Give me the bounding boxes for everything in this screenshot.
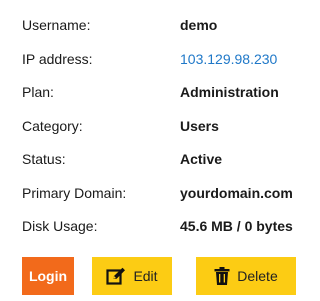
trash-icon (214, 267, 230, 285)
disk-usage-value: 45.6 MB / 0 bytes (180, 218, 293, 234)
plan-label: Plan: (22, 84, 54, 100)
login-button-label: Login (28, 268, 68, 284)
detail-row-category: Category: Users (22, 110, 297, 144)
plan-value: Administration (180, 84, 279, 100)
username-value: demo (180, 17, 218, 33)
category-value: Users (180, 117, 219, 134)
account-actions: Login Edit Delete (22, 257, 297, 295)
detail-row-username: Username: demo (22, 9, 297, 43)
ip-address-label: IP address: (22, 50, 93, 67)
ip-address-link[interactable]: 103.129.98.230 (180, 43, 277, 76)
primary-domain-value: yourdomain.com (180, 184, 293, 201)
status-value: Active (180, 151, 223, 167)
username-label: Username: (22, 17, 91, 33)
status-label: Status: (22, 151, 66, 167)
detail-row-primary-domain: Primary Domain: yourdomain.com (22, 177, 297, 211)
delete-button[interactable]: Delete (196, 257, 296, 295)
edit-button-label: Edit (133, 268, 158, 284)
login-button[interactable]: Login (22, 257, 74, 295)
edit-button[interactable]: Edit (92, 257, 172, 295)
primary-domain-label: Primary Domain: (22, 184, 127, 201)
disk-usage-label: Disk Usage: (22, 218, 98, 234)
detail-row-status: Status: Active (22, 143, 297, 177)
delete-button-label: Delete (237, 268, 278, 284)
detail-row-plan: Plan: Administration (22, 76, 297, 110)
category-label: Category: (22, 117, 83, 134)
detail-row-ip-address: IP address: 103.129.98.230 (22, 43, 297, 77)
edit-icon (106, 267, 126, 285)
detail-row-disk-usage: Disk Usage: 45.6 MB / 0 bytes (22, 210, 297, 244)
account-details: Username: demo IP address: 103.129.98.23… (22, 0, 297, 244)
